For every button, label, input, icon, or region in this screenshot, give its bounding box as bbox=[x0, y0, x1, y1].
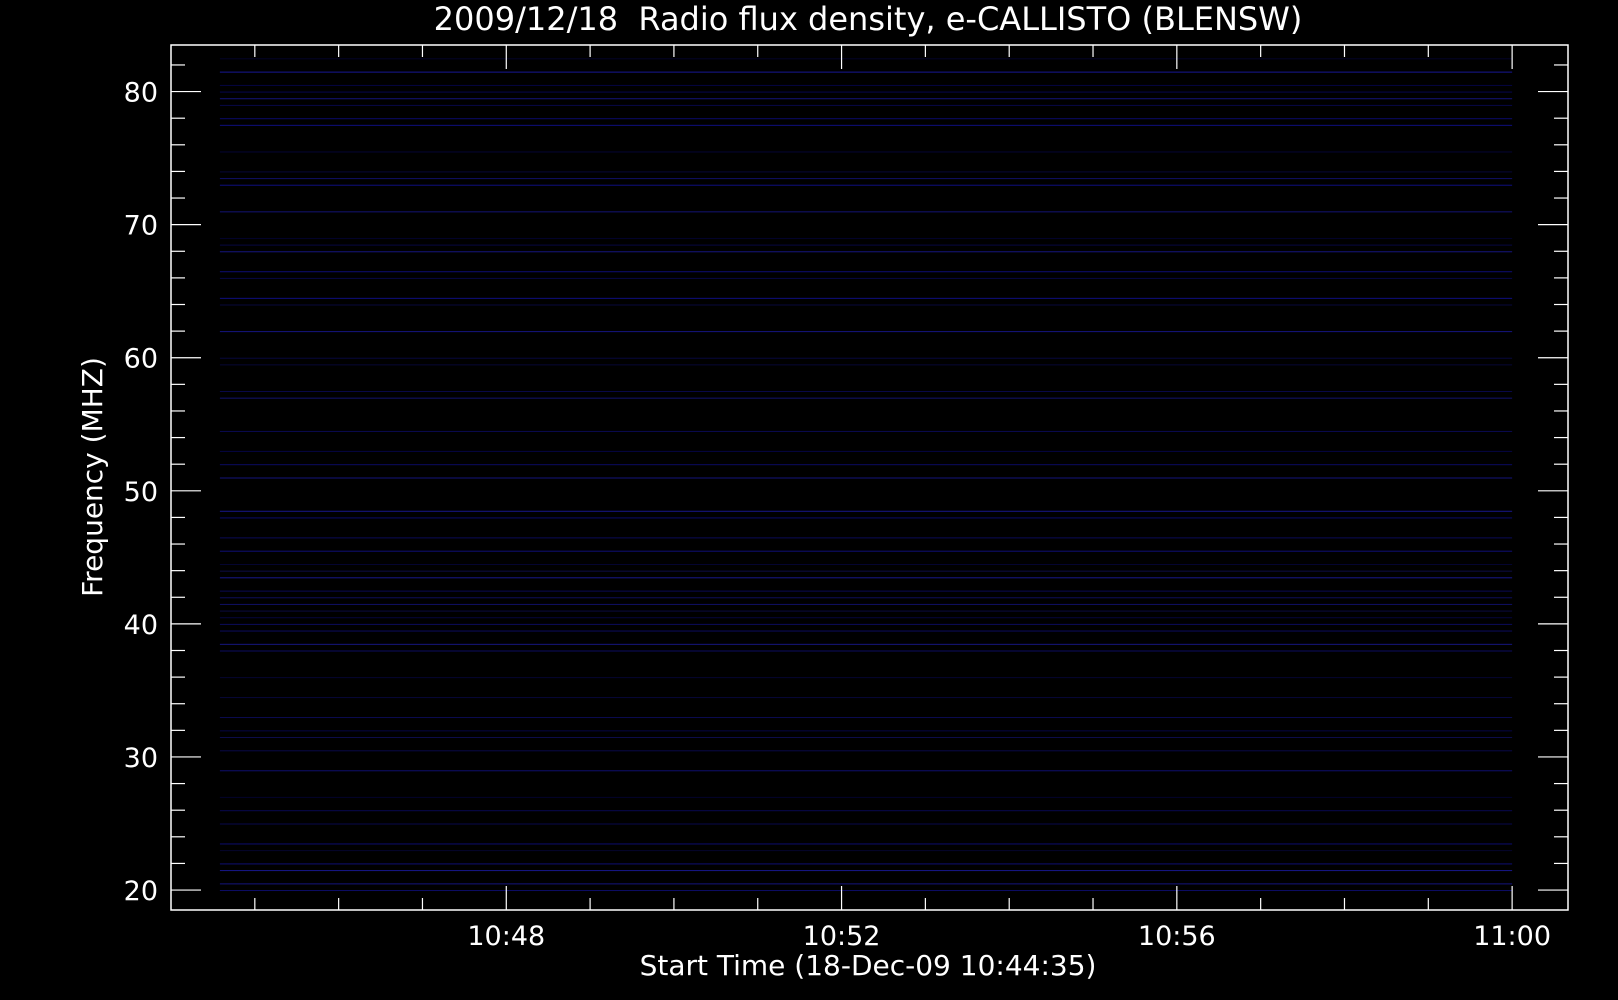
frequency-band bbox=[219, 58, 1513, 60]
frequency-band bbox=[219, 677, 1513, 679]
frequency-band bbox=[219, 603, 1513, 605]
frequency-band bbox=[219, 750, 1513, 752]
y-tick-label: 40 bbox=[124, 610, 158, 641]
frequency-band bbox=[219, 597, 1513, 599]
frequency-band bbox=[219, 184, 1513, 186]
frequency-band bbox=[219, 151, 1513, 153]
frequency-band bbox=[219, 623, 1513, 625]
frequency-band bbox=[219, 91, 1513, 93]
y-tick-label: 30 bbox=[124, 743, 158, 774]
spectrogram-heatmap bbox=[219, 58, 1513, 892]
y-tick-label: 60 bbox=[124, 344, 158, 375]
frequency-band bbox=[219, 364, 1513, 366]
x-axis-label: Start Time (18-Dec-09 10:44:35) bbox=[640, 949, 1097, 982]
frequency-band bbox=[219, 617, 1513, 619]
frequency-band bbox=[219, 477, 1513, 479]
frequency-band bbox=[219, 810, 1513, 812]
frequency-band bbox=[219, 590, 1513, 592]
frequency-band bbox=[219, 391, 1513, 392]
frequency-band bbox=[219, 304, 1513, 306]
heatmap-frequency-bands bbox=[219, 58, 1513, 892]
frequency-band bbox=[219, 124, 1513, 126]
frequency-band bbox=[219, 450, 1513, 452]
x-axis-tick-labels: 10:48 10:52 10:56 11:00 bbox=[467, 921, 1551, 952]
frequency-band bbox=[219, 331, 1513, 333]
y-axis-label: Frequency (MHZ) bbox=[76, 357, 109, 597]
frequency-band bbox=[219, 277, 1513, 279]
frequency-band bbox=[219, 570, 1513, 572]
y-tick-label: 50 bbox=[124, 477, 158, 508]
x-tick-label: 10:52 bbox=[803, 921, 881, 952]
frequency-band bbox=[219, 643, 1513, 645]
frequency-band bbox=[219, 883, 1513, 885]
frequency-band bbox=[219, 244, 1513, 246]
frequency-band bbox=[219, 357, 1513, 359]
frequency-band bbox=[219, 550, 1513, 552]
frequency-band bbox=[219, 71, 1513, 73]
frequency-band bbox=[219, 890, 1513, 892]
spectrogram-figure: 2009/12/18 Radio flux density, e-CALLIST… bbox=[76, 0, 1569, 982]
frequency-band bbox=[219, 863, 1513, 865]
y-tick-label: 70 bbox=[124, 211, 158, 242]
x-tick-label: 10:56 bbox=[1138, 921, 1216, 952]
frequency-band bbox=[219, 796, 1513, 798]
frequency-band bbox=[219, 650, 1513, 652]
y-axis-tick-labels: 20 30 40 50 60 70 80 bbox=[124, 78, 158, 907]
frequency-band bbox=[219, 104, 1513, 106]
chart-title: 2009/12/18 Radio flux density, e-CALLIST… bbox=[434, 0, 1303, 38]
frequency-band bbox=[219, 211, 1513, 213]
frequency-band bbox=[219, 430, 1513, 432]
x-tick-label: 11:00 bbox=[1473, 921, 1551, 952]
frequency-band bbox=[219, 610, 1513, 612]
frequency-band bbox=[219, 251, 1513, 253]
frequency-band bbox=[219, 98, 1513, 100]
frequency-band bbox=[219, 717, 1513, 719]
frequency-band bbox=[219, 630, 1513, 632]
frequency-band bbox=[219, 843, 1513, 845]
frequency-band bbox=[219, 823, 1513, 825]
frequency-band bbox=[219, 517, 1513, 519]
frequency-band bbox=[219, 464, 1513, 466]
frequency-band bbox=[219, 171, 1513, 173]
frequency-band bbox=[219, 577, 1513, 579]
frequency-band bbox=[219, 537, 1513, 539]
frequency-band bbox=[219, 397, 1513, 399]
frequency-band bbox=[219, 564, 1513, 565]
frequency-band bbox=[219, 510, 1513, 512]
y-tick-label: 80 bbox=[124, 78, 158, 109]
frequency-band bbox=[219, 84, 1513, 86]
frequency-band bbox=[219, 850, 1513, 852]
frequency-band bbox=[219, 237, 1513, 239]
frequency-band bbox=[219, 178, 1513, 180]
x-tick-label: 10:48 bbox=[467, 921, 545, 952]
y-tick-label: 20 bbox=[124, 876, 158, 907]
frequency-band bbox=[219, 770, 1513, 772]
frequency-band bbox=[219, 730, 1513, 732]
frequency-band bbox=[219, 870, 1513, 872]
frequency-band bbox=[219, 297, 1513, 299]
frequency-band bbox=[219, 271, 1513, 273]
frequency-band bbox=[219, 118, 1513, 120]
frequency-band bbox=[219, 737, 1513, 738]
frequency-band bbox=[219, 697, 1513, 699]
